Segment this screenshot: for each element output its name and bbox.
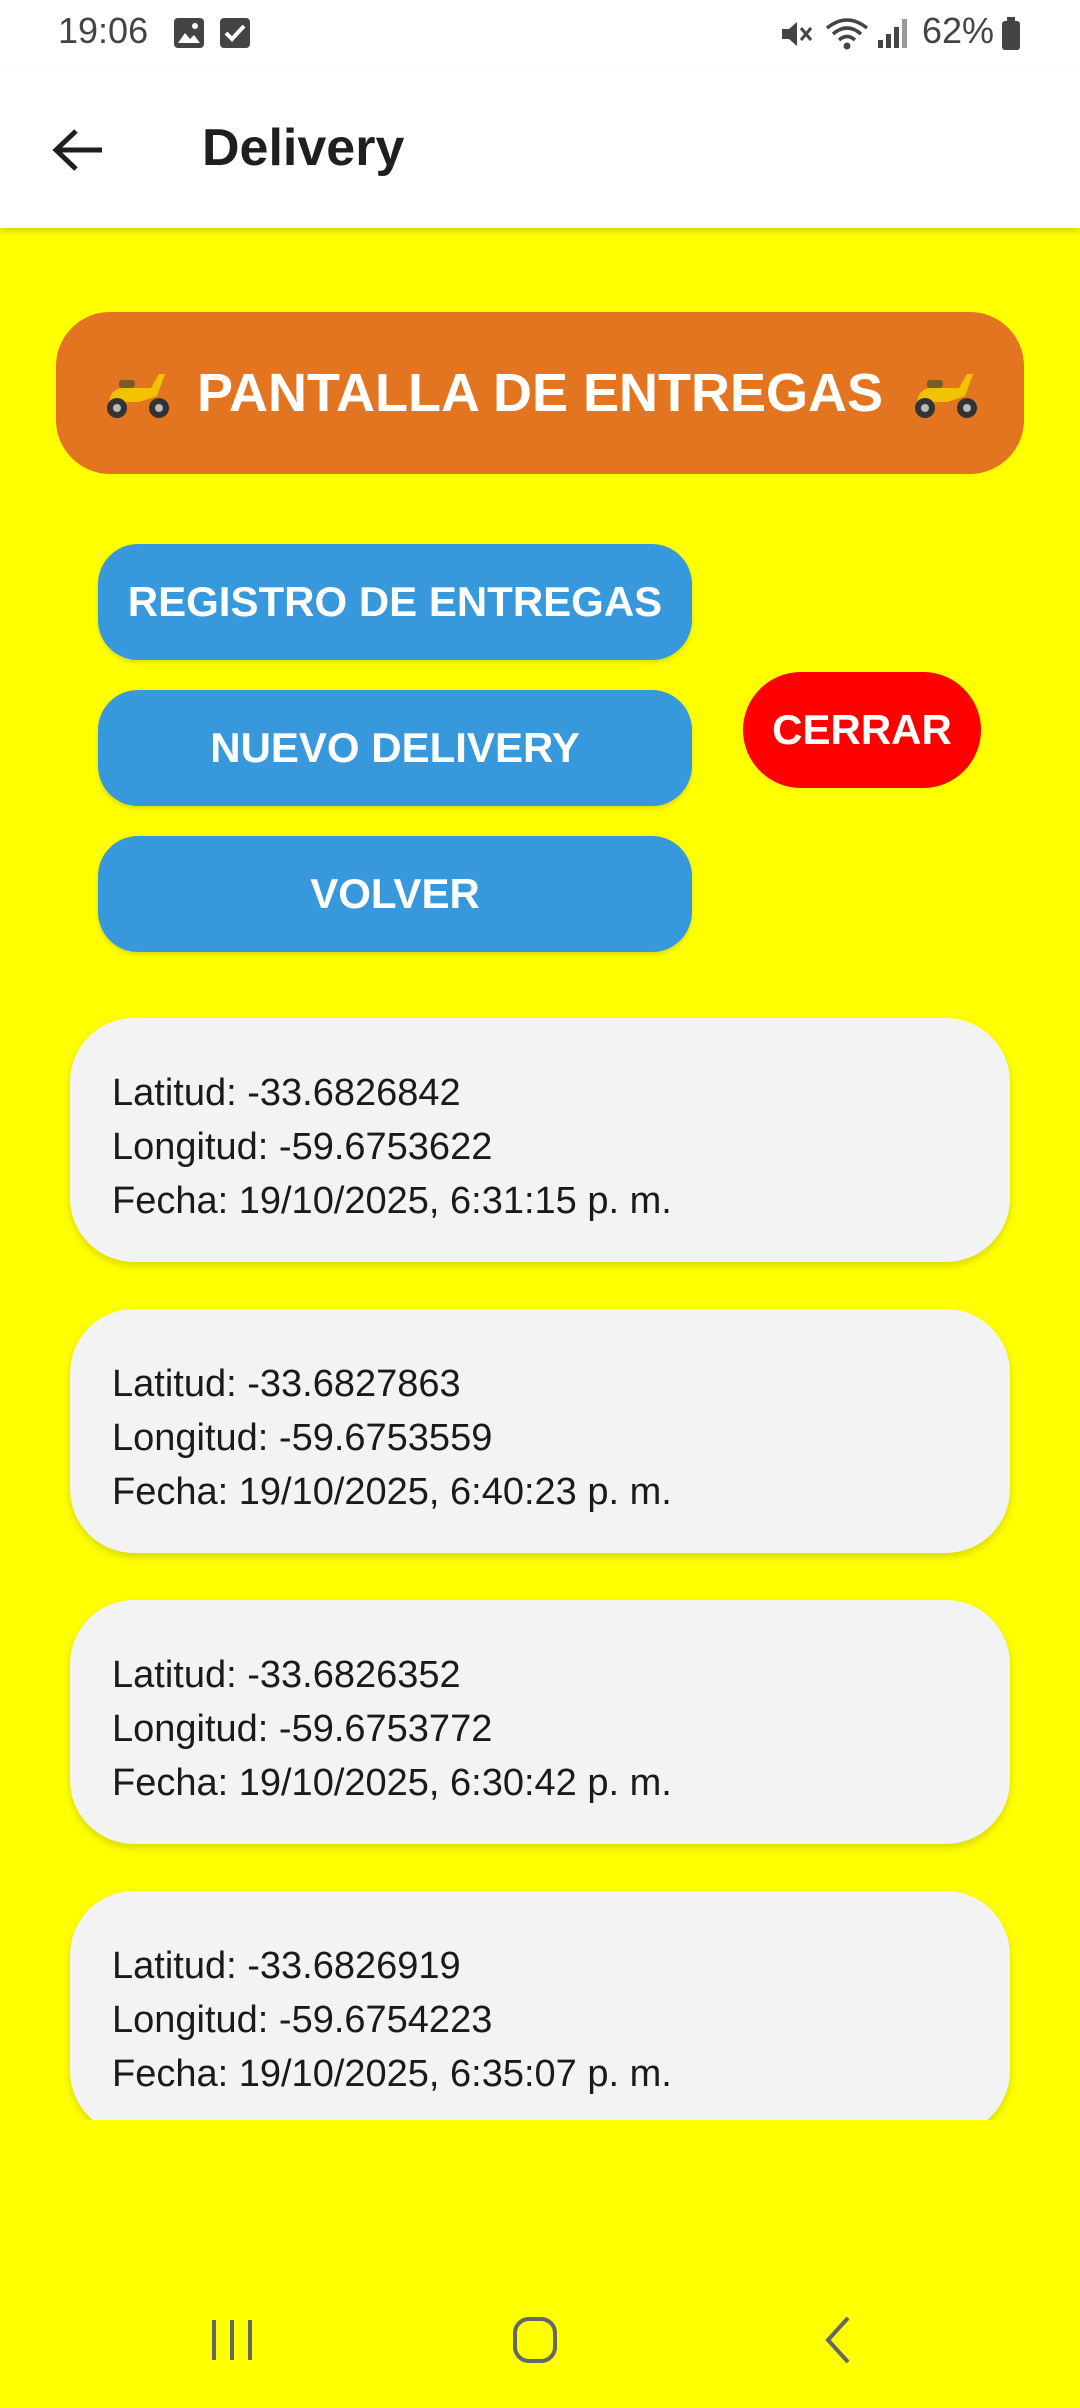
registro-entregas-button[interactable]: REGISTRO DE ENTREGAS	[98, 544, 692, 660]
delivery-card[interactable]: Latitud: -33.6827863 Longitud: -59.67535…	[70, 1309, 1010, 1553]
delivery-card[interactable]: Latitud: -33.6826919 Longitud: -59.67542…	[70, 1891, 1010, 2120]
app-bar: Delivery	[0, 70, 1080, 228]
longitude-text: Longitud: -59.6753622	[112, 1126, 493, 1168]
banner-title: PANTALLA DE ENTREGAS	[197, 363, 883, 423]
home-icon[interactable]	[485, 2310, 585, 2370]
battery-percentage: 62%	[922, 10, 995, 51]
delivery-card[interactable]: Latitud: -33.6826352 Longitud: -59.67537…	[70, 1600, 1010, 1844]
date-text: Fecha: 19/10/2025, 6:30:42 p. m.	[112, 1762, 672, 1804]
latitude-text: Latitud: -33.6826842	[112, 1072, 461, 1114]
system-nav-bar	[0, 2290, 1080, 2390]
latitude-text: Latitud: -33.6826352	[112, 1654, 461, 1696]
date-text: Fecha: 19/10/2025, 6:35:07 p. m.	[112, 2053, 672, 2095]
cerrar-button[interactable]: CERRAR	[743, 672, 981, 788]
battery-icon	[1002, 17, 1020, 50]
back-button[interactable]	[40, 112, 116, 188]
status-bar: 19:06 62%	[0, 0, 1080, 70]
nuevo-delivery-button[interactable]: NUEVO DELIVERY	[98, 690, 692, 806]
wifi-icon	[825, 18, 869, 50]
volver-button[interactable]: VOLVER	[98, 836, 692, 952]
status-time: 19:06	[58, 10, 149, 51]
back-icon[interactable]	[788, 2310, 888, 2370]
arrow-left-icon	[52, 129, 102, 171]
longitude-text: Longitud: -59.6753772	[112, 1708, 493, 1750]
latitude-text: Latitud: -33.6826919	[112, 1945, 461, 1987]
date-text: Fecha: 19/10/2025, 6:31:15 p. m.	[112, 1180, 672, 1222]
checkbox-icon	[220, 18, 250, 48]
delivery-list[interactable]: Latitud: -33.6826842 Longitud: -59.67536…	[0, 1000, 1080, 2120]
scooter-icon	[915, 374, 977, 418]
signal-icon	[878, 19, 907, 48]
date-text: Fecha: 19/10/2025, 6:40:23 p. m.	[112, 1471, 672, 1513]
scooter-icon	[107, 374, 169, 418]
image-icon	[174, 18, 204, 48]
page-title: Delivery	[202, 119, 405, 177]
delivery-card[interactable]: Latitud: -33.6826842 Longitud: -59.67536…	[70, 1018, 1010, 1262]
longitude-text: Longitud: -59.6753559	[112, 1417, 493, 1459]
recents-icon[interactable]	[182, 2310, 282, 2370]
mute-icon	[782, 22, 813, 46]
latitude-text: Latitud: -33.6827863	[112, 1363, 461, 1405]
longitude-text: Longitud: -59.6754223	[112, 1999, 493, 2041]
header-banner: PANTALLA DE ENTREGAS	[56, 312, 1024, 474]
